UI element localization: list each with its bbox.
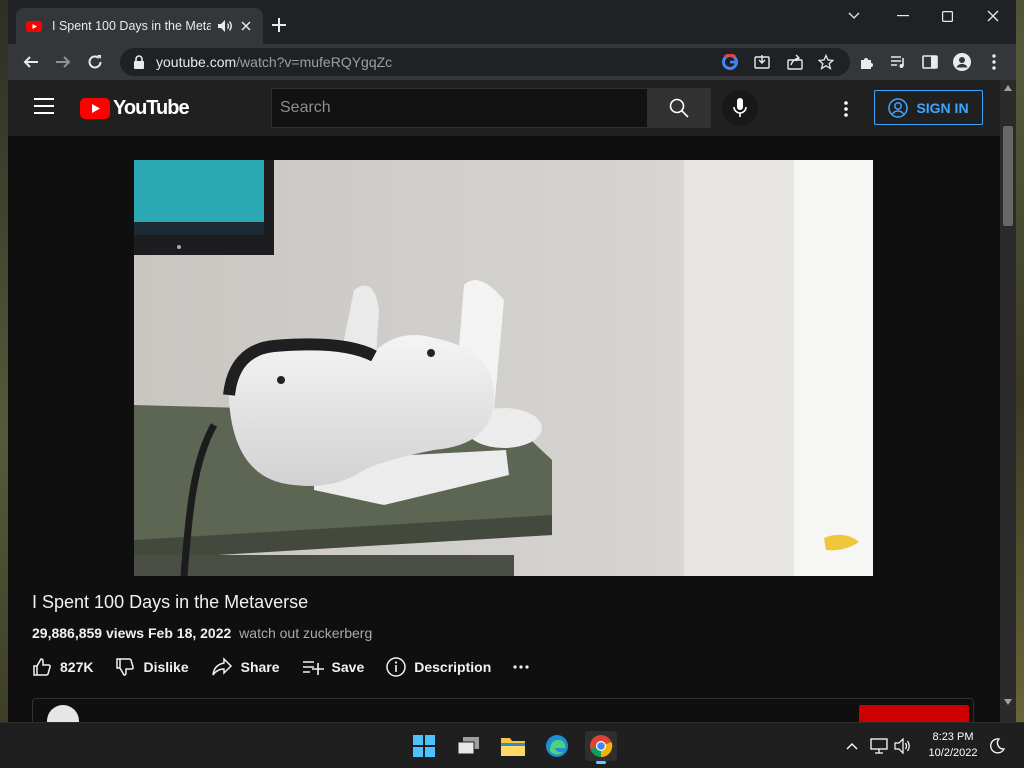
forward-icon[interactable] (53, 52, 73, 72)
share-label: Share (240, 659, 280, 675)
chrome-menu-icon[interactable] (984, 52, 1004, 72)
account-icon (888, 97, 909, 118)
new-tab-icon[interactable] (270, 16, 288, 34)
show-hidden-icons-icon[interactable] (843, 737, 861, 755)
view-count: 29,886,859 views (32, 625, 145, 641)
more-horizontal-icon (513, 665, 529, 669)
microphone-icon (733, 98, 747, 117)
windows-taskbar: 8:23 PM 10/2/2022 (0, 722, 1024, 768)
scroll-down-icon[interactable] (1004, 698, 1012, 706)
hamburger-menu-icon[interactable] (34, 98, 54, 114)
sign-in-label: SIGN IN (916, 99, 969, 116)
save-label: Save (331, 659, 365, 675)
upload-date: Feb 18, 2022 (148, 625, 232, 641)
minimize-icon[interactable] (880, 0, 926, 32)
like-count: 827K (60, 659, 94, 675)
install-app-icon[interactable] (752, 52, 772, 72)
volume-icon[interactable] (894, 737, 912, 755)
focus-assist-icon[interactable] (988, 737, 1006, 755)
share-arrow-icon (211, 657, 232, 676)
google-lens-icon[interactable] (720, 52, 740, 72)
side-panel-icon[interactable] (920, 52, 940, 72)
lock-icon[interactable] (132, 55, 146, 69)
channel-avatar[interactable] (47, 705, 79, 722)
save-button[interactable]: Save (302, 659, 365, 675)
close-tab-icon[interactable] (239, 19, 253, 33)
youtube-header: YouTube Search SIGN IN (8, 80, 1000, 136)
running-indicator (596, 761, 606, 764)
subscribe-button[interactable] (859, 705, 969, 722)
settings-more-icon[interactable] (834, 97, 858, 121)
thumbs-up-icon (33, 658, 51, 676)
search-input[interactable]: Search (271, 88, 647, 128)
share-button[interactable]: Share (211, 657, 280, 677)
browser-tab[interactable]: I Spent 100 Days in the Metav (16, 8, 263, 44)
chrome-icon[interactable] (585, 731, 617, 764)
tab-search-icon[interactable] (831, 0, 877, 32)
edge-icon[interactable] (541, 731, 573, 761)
youtube-page: YouTube Search SIGN IN I Spent 100 Days … (8, 80, 1000, 722)
youtube-play-logo-icon (80, 98, 110, 119)
profile-icon[interactable] (952, 52, 972, 72)
sign-in-button[interactable]: SIGN IN (874, 90, 983, 125)
like-button[interactable]: 827K (32, 657, 93, 677)
more-actions-button[interactable] (513, 665, 537, 669)
network-icon[interactable] (870, 737, 888, 755)
search-placeholder: Search (280, 99, 331, 116)
dislike-label: Dislike (143, 659, 189, 675)
search-icon (669, 98, 689, 118)
youtube-favicon-icon (26, 21, 42, 32)
description-snippet[interactable]: watch out zuckerberg (239, 625, 372, 641)
maximize-icon[interactable] (924, 0, 970, 32)
taskbar-clock[interactable]: 8:23 PM 10/2/2022 (922, 729, 984, 761)
video-frame-image (134, 160, 873, 576)
scrollbar-thumb[interactable] (1003, 126, 1013, 226)
video-actions: 827K Dislike Share Save Description (32, 652, 559, 682)
description-button[interactable]: Description (386, 657, 491, 677)
youtube-logo[interactable]: YouTube (80, 97, 190, 120)
close-window-icon[interactable] (970, 0, 1016, 32)
clock-date: 10/2/2022 (928, 747, 978, 759)
start-icon[interactable] (408, 731, 440, 761)
clock-time: 8:23 PM (932, 731, 974, 743)
dislike-button[interactable]: Dislike (115, 657, 189, 677)
media-control-icon[interactable] (888, 52, 908, 72)
tab-title: I Spent 100 Days in the Metav (52, 19, 211, 33)
tab-bar: I Spent 100 Days in the Metav (8, 0, 1016, 44)
thumbs-down-icon (116, 658, 135, 676)
url-path: /watch?v=mufeRQYgqZc (236, 54, 393, 70)
task-view-icon[interactable] (453, 731, 485, 761)
browser-window: I Spent 100 Days in the Metav youtube.co… (8, 0, 1016, 722)
page-scrollbar[interactable] (1000, 80, 1016, 722)
reload-icon[interactable] (85, 52, 105, 72)
bookmark-star-icon[interactable] (816, 52, 836, 72)
description-label: Description (414, 659, 492, 675)
browser-toolbar: youtube.com/watch?v=mufeRQYgqZc (8, 44, 1016, 80)
address-bar[interactable]: youtube.com/watch?v=mufeRQYgqZc (120, 48, 850, 76)
voice-search-button[interactable] (722, 90, 758, 126)
search-button[interactable] (647, 88, 711, 128)
video-meta: 29,886,859 views Feb 18, 2022 watch out … (32, 625, 372, 641)
info-icon (386, 657, 406, 677)
youtube-wordmark: YouTube (113, 97, 190, 119)
url-host: youtube.com (156, 54, 237, 70)
audio-playing-icon[interactable] (217, 19, 233, 33)
file-explorer-icon[interactable] (497, 731, 529, 761)
channel-card (32, 698, 974, 722)
scroll-up-icon[interactable] (1004, 84, 1012, 92)
back-icon[interactable] (21, 52, 41, 72)
share-page-icon[interactable] (785, 52, 805, 72)
add-to-playlist-icon (302, 661, 324, 675)
video-player[interactable] (134, 160, 873, 576)
extensions-icon[interactable] (857, 52, 877, 72)
video-title: I Spent 100 Days in the Metaverse (32, 592, 309, 612)
